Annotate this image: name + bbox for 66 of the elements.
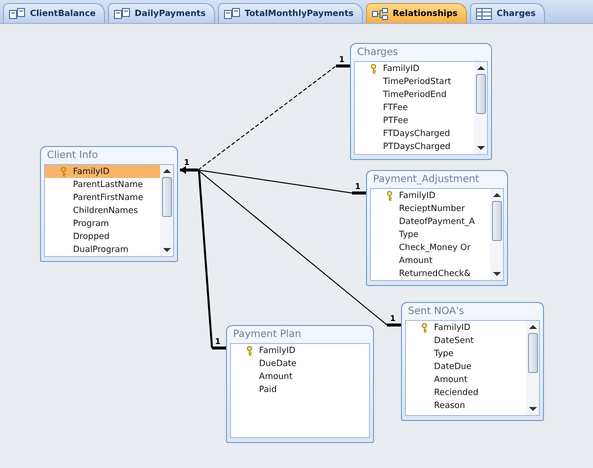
table-title: Client Info: [46, 149, 100, 163]
scrollbar[interactable]: [526, 321, 539, 415]
field-item[interactable]: TimePeriodStart: [355, 75, 474, 88]
table-title: Payment_Adjustment: [372, 173, 480, 187]
field-item[interactable]: Amount: [371, 254, 490, 267]
scrollbar[interactable]: [474, 62, 487, 154]
field-item[interactable]: FamilyID: [371, 189, 490, 202]
document-tab[interactable]: TotalMonthlyPayments: [218, 3, 363, 23]
scrollbar[interactable]: [160, 165, 173, 256]
field-item[interactable]: Amount: [406, 373, 526, 386]
table-window[interactable]: Payment Plan FamilyID DueDate Amount Paid: [226, 325, 374, 443]
document-tab[interactable]: DailyPayments: [108, 3, 215, 23]
field-item[interactable]: Program: [45, 217, 160, 230]
table-icon: [476, 8, 492, 20]
cardinality-label: 1: [215, 337, 221, 346]
field-item[interactable]: Dropped: [45, 230, 160, 243]
cardinality-label: 1: [355, 182, 361, 191]
query-icon: [9, 8, 25, 20]
field-item[interactable]: DualProgram: [45, 243, 160, 256]
field-item[interactable]: RecieptNumber: [371, 202, 490, 215]
field-item[interactable]: TimePeriodEnd: [355, 88, 474, 101]
field-item[interactable]: FTDaysCharged: [355, 127, 474, 140]
field-item[interactable]: Reciended: [406, 386, 526, 399]
table-window[interactable]: Payment_Adjustment FamilyID RecieptNumber DateofPayment_A Type Check_Money Or Amount ReturnedCheck&: [366, 170, 508, 286]
field-item[interactable]: ParentLastName: [45, 178, 160, 191]
field-item[interactable]: FTFee: [355, 101, 474, 114]
field-item[interactable]: Reason: [406, 399, 526, 412]
cardinality-label: 1: [184, 158, 190, 167]
table-window[interactable]: Sent NOA's FamilyID DateSent Type DateDue Amount Reciended Reason: [401, 302, 544, 421]
key-icon: [421, 322, 428, 332]
document-tab[interactable]: Relationships: [366, 3, 467, 23]
field-item[interactable]: DateofPayment_A: [371, 215, 490, 228]
field-item[interactable]: FamilyID: [231, 344, 369, 357]
field-item[interactable]: PTFee: [355, 114, 474, 127]
field-item[interactable]: FamilyID: [355, 62, 474, 75]
field-item[interactable]: Amount: [231, 370, 369, 383]
table-title: Payment Plan: [232, 328, 302, 342]
field-item[interactable]: ParentFirstName: [45, 191, 160, 204]
table-window[interactable]: Charges FamilyID TimePeriodStart TimePeriodEnd FTFee PTFee FTDaysCharged PTDaysCharged: [350, 43, 492, 160]
field-item[interactable]: DateDue: [406, 360, 526, 373]
document-tab[interactable]: ClientBalance: [3, 3, 105, 23]
field-item[interactable]: ReturnedCheck&: [371, 267, 490, 280]
table-title: Sent NOA's: [407, 305, 465, 319]
field-item[interactable]: FamilyID: [406, 321, 526, 334]
query-icon: [224, 8, 240, 20]
field-item[interactable]: Type: [371, 228, 490, 241]
cardinality-label: 1: [390, 314, 396, 323]
cardinality-label: 1: [339, 55, 345, 64]
scrollbar[interactable]: [490, 189, 503, 280]
query-icon: [114, 8, 130, 20]
document-tab[interactable]: Charges: [470, 3, 545, 23]
relationships-icon: [372, 8, 388, 20]
field-item[interactable]: Type: [406, 347, 526, 360]
table-window[interactable]: Client Info FamilyID ParentLastName ParentFirstName ChildrenNames Program Dropped DualProgram: [40, 146, 178, 262]
field-item[interactable]: DueDate: [231, 357, 369, 370]
key-icon: [60, 166, 67, 176]
field-item[interactable]: Paid: [231, 383, 369, 396]
field-item[interactable]: PTDaysCharged: [355, 140, 474, 153]
key-icon: [386, 190, 393, 200]
field-item[interactable]: FamilyID: [45, 165, 160, 178]
key-icon: [370, 64, 377, 74]
field-item[interactable]: DateSent: [406, 334, 526, 347]
field-item[interactable]: ChildrenNames: [45, 204, 160, 217]
key-icon: [246, 346, 253, 356]
field-item[interactable]: Check_Money Or: [371, 241, 490, 254]
table-title: Charges: [356, 46, 400, 60]
